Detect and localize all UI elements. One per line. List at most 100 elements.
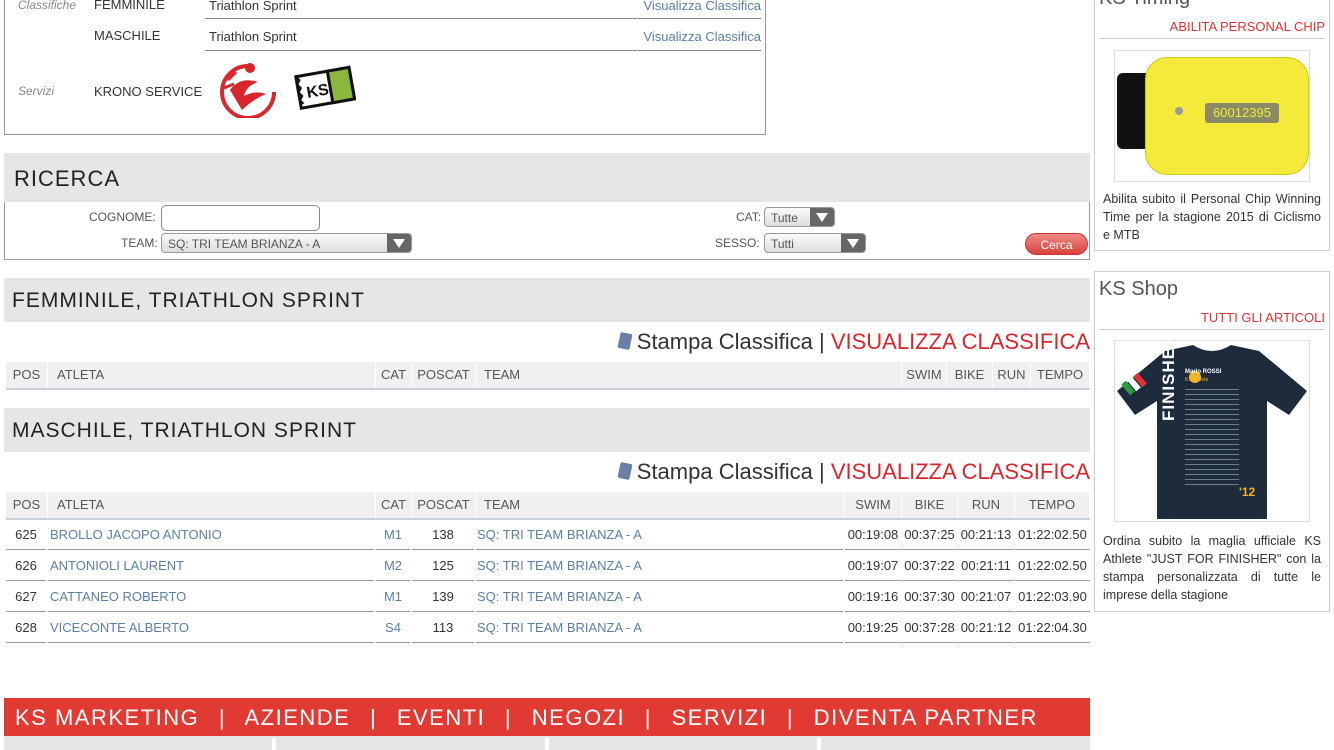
cell-tempo: 01:22:03.90 bbox=[1015, 581, 1090, 612]
maschile-table-header: POS ATLETA CAT POSCAT TEAM SWIM BIKE RUN… bbox=[6, 492, 1090, 520]
col-atleta: ATLETA bbox=[48, 362, 376, 388]
chip-hole bbox=[1175, 107, 1183, 115]
cognome-input[interactable] bbox=[161, 205, 320, 231]
table-row[interactable]: 626 ANTONIOLI LAURENT M2 125 SQ: TRI TEA… bbox=[6, 550, 1090, 581]
nav-servizi[interactable]: SERVIZI bbox=[672, 705, 768, 730]
col-tempo: TEMPO bbox=[1015, 492, 1090, 518]
table-row[interactable]: 625 BROLLO JACOPO ANTONIO M1 138 SQ: TRI… bbox=[6, 519, 1090, 550]
search-title: RICERCA bbox=[4, 153, 1090, 202]
race-femminile: Triathlon Sprint bbox=[205, 0, 637, 19]
femminile-actions: Stampa Classifica | VISUALIZZA CLASSIFIC… bbox=[560, 327, 1090, 357]
cell-tempo: 01:22:02.50 bbox=[1015, 550, 1090, 581]
cat-link[interactable]: M1 bbox=[384, 589, 402, 604]
cell-swim: 00:19:16 bbox=[845, 581, 901, 612]
marketing-nav: KS MARKETING | AZIENDE | EVENTI | NEGOZI… bbox=[4, 698, 1090, 736]
cell-pos: 625 bbox=[6, 519, 46, 550]
maschile-table-body: 625 BROLLO JACOPO ANTONIO M1 138 SQ: TRI… bbox=[6, 519, 1090, 643]
maschile-print-link[interactable]: Stampa Classifica bbox=[637, 459, 813, 484]
col-run: RUN bbox=[958, 492, 1015, 518]
nav-aziende[interactable]: AZIENDE bbox=[245, 705, 351, 730]
shirt-year: '12 bbox=[1239, 485, 1256, 499]
shirt-image[interactable]: FINISHER Mario ROSSI KS Athlete '12 bbox=[1114, 334, 1310, 522]
cat-link[interactable]: M1 bbox=[384, 527, 402, 542]
col-poscat: POSCAT bbox=[412, 492, 476, 518]
view-maschile-link[interactable]: Visualizza Classifica bbox=[643, 29, 761, 44]
col-swim: SWIM bbox=[845, 492, 902, 518]
nav-diventa-partner[interactable]: DIVENTA PARTNER bbox=[814, 705, 1038, 730]
sesso-label: SESSO: bbox=[715, 236, 760, 250]
team-link[interactable]: SQ: TRI TEAM BRIANZA - A bbox=[477, 527, 642, 542]
nav-separator: | bbox=[504, 705, 513, 730]
table-row[interactable]: 628 VICECONTE ALBERTO S4 113 SQ: TRI TEA… bbox=[6, 612, 1090, 643]
event-info-box bbox=[4, 0, 766, 135]
team-label: TEAM: bbox=[121, 236, 158, 250]
print-icon bbox=[617, 331, 633, 351]
ks-shop-text: Ordina subito la maglia ufficiale KS Ath… bbox=[1103, 534, 1321, 602]
cell-bike: 00:37:25 bbox=[902, 519, 957, 550]
team-link[interactable]: SQ: TRI TEAM BRIANZA - A bbox=[477, 620, 642, 635]
col-atleta: ATLETA bbox=[48, 492, 376, 518]
cat-link[interactable]: M2 bbox=[384, 558, 402, 573]
col-team: TEAM bbox=[476, 362, 902, 388]
cognome-label: COGNOME: bbox=[89, 210, 156, 224]
maschile-separator: | bbox=[818, 459, 825, 484]
tutti-articoli-link[interactable]: TUTTI GLI ARTICOLI bbox=[1201, 310, 1325, 325]
chevron-down-icon bbox=[810, 208, 834, 226]
cat-select-value: Tutte bbox=[771, 211, 798, 225]
krono-service-logo[interactable] bbox=[216, 60, 280, 118]
cat-select[interactable]: Tutte bbox=[764, 207, 835, 227]
team-link[interactable]: SQ: TRI TEAM BRIANZA - A bbox=[477, 589, 642, 604]
cell-pos: 626 bbox=[6, 550, 46, 581]
ks-ticket-logo[interactable]: KS bbox=[292, 62, 356, 112]
race-maschile: Triathlon Sprint bbox=[205, 22, 637, 51]
cell-pos: 627 bbox=[6, 581, 46, 612]
nav-separator: | bbox=[369, 705, 378, 730]
classifiche-label: Classifiche bbox=[18, 0, 77, 12]
view-maschile-link-cell: Visualizza Classifica bbox=[638, 22, 761, 51]
maschile-title: MASCHILE, TRIATHLON SPRINT bbox=[4, 408, 1090, 452]
cat-link[interactable]: S4 bbox=[385, 620, 401, 635]
team-select[interactable]: SQ: TRI TEAM BRIANZA - A bbox=[161, 233, 412, 253]
nav-negozi[interactable]: NEGOZI bbox=[532, 705, 625, 730]
view-femminile-link[interactable]: Visualizza Classifica bbox=[643, 0, 761, 13]
cell-run: 00:21:07 bbox=[958, 581, 1014, 612]
servizi-label: Servizi bbox=[18, 84, 55, 98]
cell-poscat: 113 bbox=[412, 612, 474, 643]
ks-shop-title: KS Shop bbox=[1099, 278, 1178, 300]
maschile-view-link[interactable]: VISUALIZZA CLASSIFICA bbox=[831, 459, 1090, 484]
maschile-actions: Stampa Classifica | VISUALIZZA CLASSIFIC… bbox=[560, 457, 1090, 487]
athlete-link[interactable]: VICECONTE ALBERTO bbox=[50, 620, 189, 635]
athlete-link[interactable]: ANTONIOLI LAURENT bbox=[50, 558, 184, 573]
col-tempo: TEMPO bbox=[1031, 362, 1090, 388]
athlete-link[interactable]: BROLLO JACOPO ANTONIO bbox=[50, 527, 222, 542]
table-row[interactable]: 627 CATTANEO ROBERTO M1 139 SQ: TRI TEAM… bbox=[6, 581, 1090, 612]
cell-pos: 628 bbox=[6, 612, 46, 643]
nav-ks-marketing[interactable]: KS MARKETING bbox=[15, 705, 199, 730]
shirt-list-lines bbox=[1185, 385, 1239, 485]
cell-swim: 00:19:25 bbox=[845, 612, 901, 643]
team-select-value: SQ: TRI TEAM BRIANZA - A bbox=[168, 237, 321, 251]
sesso-select[interactable]: Tutti bbox=[764, 233, 866, 253]
nav-separator: | bbox=[786, 705, 795, 730]
abilita-chip-link[interactable]: ABILITA PERSONAL CHIP bbox=[1170, 19, 1325, 34]
athlete-link[interactable]: CATTANEO ROBERTO bbox=[50, 589, 186, 604]
cell-run: 00:21:12 bbox=[958, 612, 1014, 643]
shirt-sub: KS Athlete bbox=[1185, 377, 1209, 383]
chip-image[interactable]: 60012395 bbox=[1114, 50, 1310, 182]
col-pos: POS bbox=[6, 362, 48, 388]
chevron-down-icon bbox=[387, 234, 411, 252]
nav-eventi[interactable]: EVENTI bbox=[397, 705, 485, 730]
cerca-button[interactable]: Cerca bbox=[1025, 233, 1088, 255]
cell-tempo: 01:22:02.50 bbox=[1015, 519, 1090, 550]
chevron-down-icon bbox=[841, 234, 865, 252]
shirt-name: Mario ROSSI bbox=[1185, 369, 1222, 375]
femminile-print-link[interactable]: Stampa Classifica bbox=[637, 329, 813, 354]
team-link[interactable]: SQ: TRI TEAM BRIANZA - A bbox=[477, 558, 642, 573]
cell-poscat: 125 bbox=[412, 550, 474, 581]
nav-separator: | bbox=[218, 705, 227, 730]
cell-poscat: 138 bbox=[412, 519, 474, 550]
col-swim: SWIM bbox=[902, 362, 947, 388]
cell-poscat: 139 bbox=[412, 581, 474, 612]
cell-swim: 00:19:07 bbox=[845, 550, 901, 581]
femminile-view-link[interactable]: VISUALIZZA CLASSIFICA bbox=[831, 329, 1090, 354]
